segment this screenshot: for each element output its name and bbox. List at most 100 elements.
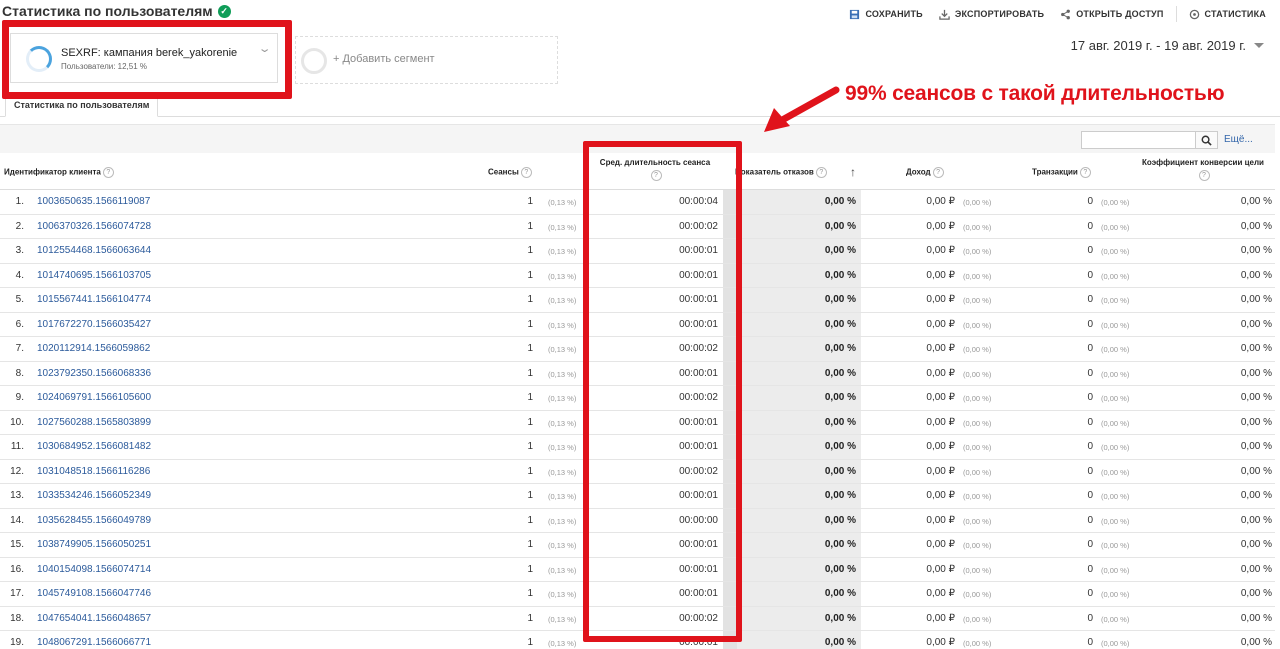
transactions-share: (0,00 %) — [1101, 222, 1130, 232]
tab-user-explorer[interactable]: Статистика по пользователям — [5, 96, 159, 117]
help-icon[interactable]: ? — [1079, 167, 1091, 178]
sessions-share: (0,13 %) — [548, 639, 577, 648]
row-index: 2. — [15, 220, 24, 232]
sessions-share: (0,13 %) — [548, 565, 577, 575]
client-id-link[interactable]: 1031048518.1566116286 — [37, 466, 150, 477]
export-button[interactable]: ЭКСПОРТИРОВАТЬ — [939, 9, 1044, 20]
sessions-value: 1 — [527, 392, 533, 403]
conversion-value: 0,00 % — [1240, 490, 1272, 501]
sessions-share: (0,13 %) — [548, 222, 577, 232]
transactions-value: 0 — [1087, 220, 1093, 232]
share-button[interactable]: ОТКРЫТЬ ДОСТУП — [1060, 9, 1163, 20]
search-button[interactable] — [1196, 131, 1218, 149]
sessions-share: (0,13 %) — [548, 614, 577, 624]
client-id-link[interactable]: 1033534246.1566052349 — [37, 490, 151, 501]
client-id-link[interactable]: 1023792350.1566068336 — [37, 368, 151, 379]
date-range-picker[interactable]: 17 авг. 2019 г. - 19 авг. 2019 г. — [1071, 38, 1264, 53]
save-button[interactable]: СОХРАНИТЬ — [849, 9, 923, 20]
revenue-share: (0,00 %) — [963, 516, 992, 526]
sessions-value: 1 — [527, 416, 533, 428]
sessions-share: (0,13 %) — [548, 345, 577, 354]
revenue-share: (0,00 %) — [963, 271, 992, 281]
help-icon[interactable]: ? — [932, 167, 944, 178]
conversion-value: 0,00 % — [1240, 367, 1272, 379]
download-icon — [939, 9, 950, 20]
transactions-value: 0 — [1087, 441, 1093, 452]
revenue-share: (0,00 %) — [963, 198, 992, 207]
client-id-link[interactable]: 1006370326.1566074728 — [37, 221, 151, 232]
transactions-value: 0 — [1087, 612, 1093, 624]
conversion-value: 0,00 % — [1240, 294, 1272, 305]
advanced-search-link[interactable]: Ещё... — [1224, 134, 1253, 145]
transactions-share: (0,00 %) — [1101, 443, 1130, 452]
help-icon[interactable]: ? — [815, 167, 827, 178]
sessions-value: 1 — [527, 514, 533, 526]
transactions-value: 0 — [1087, 343, 1093, 354]
share-icon — [1061, 9, 1071, 19]
client-id-link[interactable]: 1045749108.1566047746 — [37, 588, 151, 599]
col-revenue[interactable]: Доход? — [906, 167, 944, 178]
client-id-link[interactable]: 1024069791.1566105600 — [37, 392, 151, 403]
transactions-share: (0,00 %) — [1101, 247, 1130, 256]
transactions-share: (0,00 %) — [1101, 516, 1130, 526]
transactions-value: 0 — [1087, 318, 1093, 330]
transactions-value: 0 — [1087, 465, 1093, 477]
transactions-value: 0 — [1087, 245, 1093, 256]
add-segment-button[interactable]: + Добавить сегмент — [295, 36, 558, 84]
sort-ascending-icon[interactable]: ↑ — [850, 165, 856, 179]
transactions-share: (0,00 %) — [1101, 394, 1130, 403]
help-icon[interactable]: ? — [102, 167, 114, 178]
client-id-link[interactable]: 1014740695.1566103705 — [37, 270, 151, 281]
col-goal-conversion[interactable]: Коэффициент конверсии цели? — [1138, 158, 1268, 181]
client-id-link[interactable]: 1027560288.1565803899 — [37, 417, 151, 428]
save-label: СОХРАНИТЬ — [865, 9, 923, 19]
transactions-share: (0,00 %) — [1101, 639, 1130, 648]
transactions-value: 0 — [1087, 539, 1093, 550]
client-id-link[interactable]: 1038749905.1566050251 — [37, 539, 151, 550]
col-transactions[interactable]: Транзакции? — [1032, 167, 1091, 178]
client-id-link[interactable]: 1048067291.1566066771 — [37, 637, 151, 648]
sessions-share: (0,13 %) — [548, 443, 577, 452]
bounce-rate-value: 0,00 % — [824, 637, 856, 648]
conversion-value: 0,00 % — [1240, 637, 1272, 648]
sessions-share: (0,13 %) — [548, 418, 577, 428]
sessions-value: 1 — [527, 343, 533, 354]
revenue-value: 0,00 ₽ — [926, 269, 955, 281]
search-input[interactable] — [1081, 131, 1196, 149]
revenue-share: (0,00 %) — [963, 345, 992, 354]
client-id-link[interactable]: 1015567441.1566104774 — [37, 294, 151, 305]
client-id-link[interactable]: 1012554468.1566063644 — [37, 245, 151, 256]
col-sessions[interactable]: Сеансы? — [488, 167, 532, 178]
sessions-share: (0,13 %) — [548, 320, 577, 330]
transactions-value: 0 — [1087, 294, 1093, 305]
transactions-value: 0 — [1087, 563, 1093, 575]
bounce-rate-value: 0,00 % — [824, 318, 856, 330]
add-segment-label: + Добавить сегмент — [333, 53, 435, 65]
bounce-rate-value: 0,00 % — [824, 343, 856, 354]
client-id-link[interactable]: 1020112914.1566059862 — [37, 343, 150, 354]
client-id-link[interactable]: 1040154098.1566074714 — [37, 564, 151, 575]
client-id-link[interactable]: 1017672270.1566035427 — [37, 319, 151, 330]
sessions-share: (0,13 %) — [548, 541, 577, 550]
conversion-value: 0,00 % — [1240, 563, 1272, 575]
revenue-share: (0,00 %) — [963, 590, 992, 599]
sessions-value: 1 — [527, 637, 533, 648]
client-id-link[interactable]: 1003650635.1566119087 — [37, 196, 150, 207]
help-icon[interactable]: ? — [1198, 170, 1210, 181]
insights-button[interactable]: СТАТИСТИКА — [1189, 9, 1266, 20]
verified-check-icon: ✓ — [217, 4, 231, 18]
help-icon[interactable]: ? — [520, 167, 532, 178]
client-id-link[interactable]: 1035628455.1566049789 — [37, 515, 151, 526]
transactions-share: (0,00 %) — [1101, 614, 1130, 624]
revenue-value: 0,00 ₽ — [926, 612, 955, 624]
client-id-link[interactable]: 1030684952.1566081482 — [37, 441, 151, 452]
transactions-value: 0 — [1087, 588, 1093, 599]
conversion-value: 0,00 % — [1240, 245, 1272, 256]
conversion-value: 0,00 % — [1240, 343, 1272, 354]
col-client-id[interactable]: Идентификатор клиента? — [4, 167, 114, 178]
client-id-link[interactable]: 1047654041.1566048657 — [37, 613, 151, 624]
transactions-share: (0,00 %) — [1101, 345, 1130, 354]
conversion-value: 0,00 % — [1240, 441, 1272, 452]
revenue-value: 0,00 ₽ — [926, 465, 955, 477]
col-bounce-rate[interactable]: Показатель отказов? — [735, 167, 827, 178]
